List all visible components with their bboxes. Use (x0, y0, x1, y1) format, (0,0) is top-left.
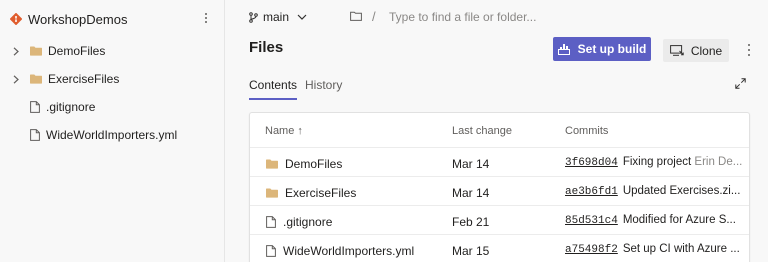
last-change-cell: Mar 14 (452, 157, 490, 171)
chevron-down-icon (297, 14, 307, 20)
repo-name: WorkshopDemos (28, 11, 128, 27)
last-change-cell: Feb 21 (452, 215, 490, 229)
file-icon (30, 129, 40, 141)
branch-name: main (263, 10, 290, 24)
commit-cell: 85d531c4 Modified for Azure S... (565, 214, 743, 227)
last-change-cell: Mar 14 (452, 186, 490, 200)
build-icon (557, 44, 570, 55)
commit-hash-link[interactable]: 3f698d04 (565, 157, 618, 169)
commit-message: Fixing project (622, 156, 692, 168)
commit-author: Erin De... (694, 156, 743, 168)
repo-header[interactable]: WorkshopDemos (10, 9, 215, 29)
column-header-name[interactable]: Name ↑ (265, 125, 303, 137)
sidebar-item-label: ExerciseFiles (48, 72, 120, 86)
commit-hash-link[interactable]: ae3b6fd1 (565, 186, 618, 198)
sidebar-item-exercisefiles[interactable]: ExerciseFiles (10, 69, 215, 89)
file-search-input[interactable] (389, 7, 549, 27)
file-icon (30, 101, 40, 113)
chevron-right-icon[interactable] (10, 74, 22, 84)
folder-icon (266, 159, 278, 169)
file-name-cell[interactable]: WideWorldImporters.yml (266, 244, 414, 258)
files-table: Name ↑ Last change Commits DemoFiles Mar… (249, 112, 750, 262)
repo-more-options-icon[interactable] (201, 11, 211, 25)
column-header-last-change: Last change (452, 125, 512, 137)
repo-icon (10, 13, 22, 25)
file-name: ExerciseFiles (285, 186, 357, 200)
clone-label: Clone (690, 43, 723, 58)
commit-cell: ae3b6fd1 Updated Exercises.zi... (565, 185, 743, 198)
column-header-commits: Commits (565, 125, 609, 137)
branch-selector[interactable]: main (249, 8, 307, 26)
clone-button[interactable]: Clone (663, 39, 729, 62)
file-name: DemoFiles (285, 157, 343, 171)
sidebar: WorkshopDemos DemoFiles ExerciseFiles .g… (0, 0, 225, 262)
commit-hash-link[interactable]: a75498f2 (565, 244, 618, 256)
sidebar-item-label: DemoFiles (48, 44, 106, 58)
sidebar-item-gitignore[interactable]: .gitignore (10, 97, 215, 117)
table-row[interactable]: WideWorldImporters.yml Mar 15 a75498f2 Se… (250, 234, 749, 262)
clone-icon (669, 45, 684, 56)
file-name-cell[interactable]: DemoFiles (266, 157, 342, 171)
table-row[interactable]: .gitignore Feb 21 85d531c4 Modified for A… (250, 205, 749, 234)
commit-message: Updated Exercises.zi... (622, 185, 741, 197)
sidebar-item-label: .gitignore (46, 100, 96, 114)
file-name-cell[interactable]: ExerciseFiles (266, 186, 356, 200)
table-row[interactable]: ExerciseFiles Mar 14 ae3b6fd1 Updated Exe… (250, 176, 749, 205)
sidebar-item-label: WideWorldImporters.yml (46, 128, 178, 142)
sidebar-item-wideworldimporters[interactable]: WideWorldImporters.yml (10, 125, 215, 145)
more-options-icon[interactable] (748, 44, 752, 56)
page-title: Files (249, 39, 284, 56)
sidebar-item-demofiles[interactable]: DemoFiles (10, 41, 215, 61)
branch-icon (249, 11, 258, 23)
table-row[interactable]: DemoFiles Mar 14 3f698d04 Fixing project … (250, 147, 749, 176)
file-name: WideWorldImporters.yml (283, 244, 415, 258)
folder-icon (266, 188, 278, 198)
commit-message: Set up CI with Azure ... (622, 243, 740, 255)
commit-cell: 3f698d04 Fixing project Erin De... (565, 156, 743, 169)
path-separator: / (372, 9, 376, 24)
commit-message: Modified for Azure S... (622, 214, 736, 226)
topbar: main / (225, 0, 768, 34)
commit-hash-link[interactable]: 85d531c4 (565, 215, 618, 227)
file-name-cell[interactable]: .gitignore (266, 215, 332, 229)
folder-icon (30, 46, 42, 56)
commit-cell: a75498f2 Set up CI with Azure ... (565, 243, 743, 256)
folder-icon (30, 74, 42, 84)
tab-history[interactable]: History (305, 78, 342, 100)
file-name: .gitignore (283, 215, 333, 229)
folder-outline-icon (350, 11, 362, 21)
last-change-cell: Mar 15 (452, 244, 490, 258)
set-up-build-button[interactable]: Set up build (553, 37, 651, 61)
chevron-right-icon[interactable] (10, 46, 22, 56)
file-icon (266, 216, 276, 228)
file-icon (266, 245, 276, 257)
tab-contents[interactable]: Contents (249, 78, 298, 100)
set-up-build-label: Set up build (577, 42, 647, 56)
expand-icon[interactable] (735, 78, 746, 89)
